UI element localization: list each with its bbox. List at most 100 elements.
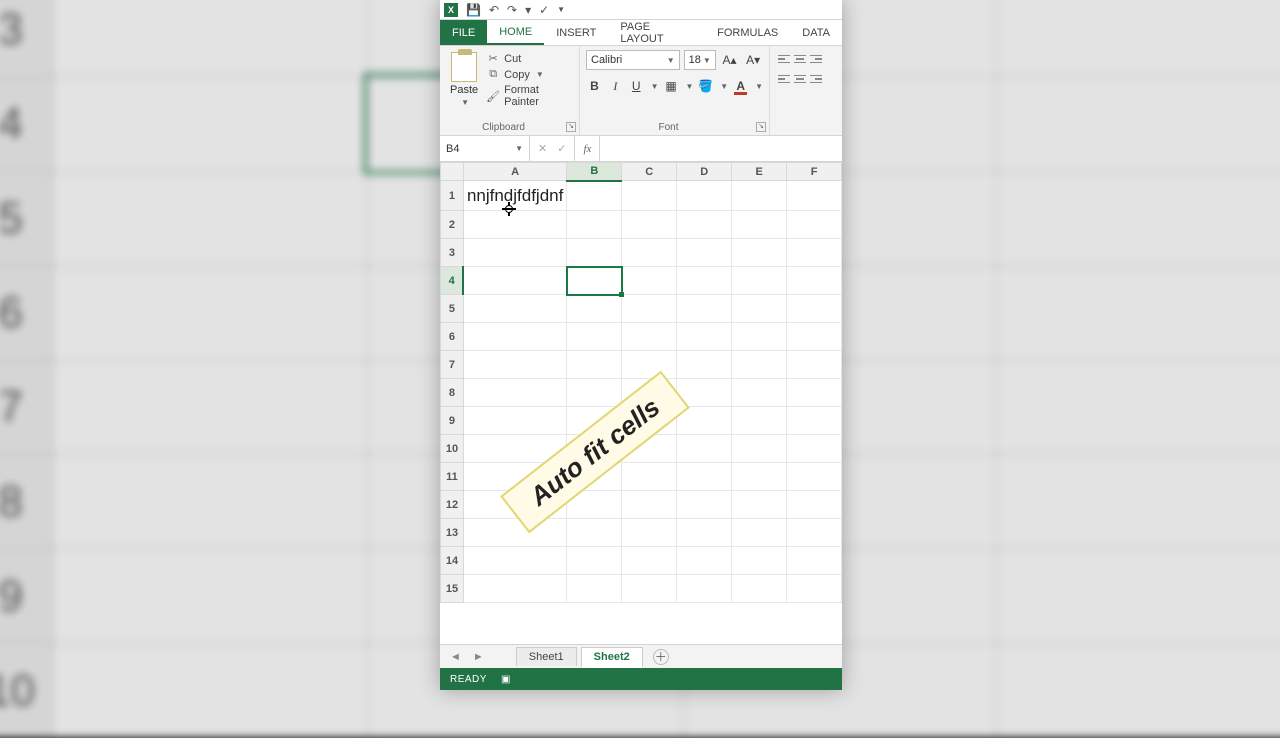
cell[interactable] — [787, 547, 842, 575]
sheet-tab-sheet2[interactable]: Sheet2 — [581, 647, 643, 668]
cell[interactable] — [677, 463, 732, 491]
cell[interactable] — [732, 211, 787, 239]
cell[interactable] — [463, 547, 566, 575]
paste-button[interactable]: Paste ▼ — [446, 50, 482, 109]
cell[interactable] — [677, 379, 732, 407]
cell[interactable] — [622, 491, 677, 519]
dialog-launcher-icon[interactable]: ↘ — [756, 122, 766, 132]
cell[interactable] — [463, 379, 566, 407]
cell[interactable] — [622, 323, 677, 351]
cell[interactable] — [567, 575, 622, 603]
row-header-6[interactable]: 6 — [441, 323, 464, 351]
cell[interactable] — [463, 463, 566, 491]
touch-mode-icon[interactable]: ✓ — [539, 3, 549, 17]
cell[interactable] — [677, 435, 732, 463]
chevron-down-icon[interactable]: ▼ — [461, 98, 469, 107]
cell[interactable] — [567, 239, 622, 267]
chevron-down-icon[interactable]: ▼ — [755, 82, 763, 91]
col-header-c[interactable]: C — [622, 163, 677, 181]
row-header-7[interactable]: 7 — [441, 351, 464, 379]
tab-file[interactable]: FILE — [440, 20, 487, 45]
grow-font-button[interactable]: A▴ — [720, 50, 740, 70]
fx-icon[interactable]: fx — [575, 136, 600, 161]
cell[interactable] — [787, 351, 842, 379]
chevron-down-icon[interactable]: ▼ — [651, 82, 659, 91]
cell[interactable] — [463, 239, 566, 267]
cell[interactable] — [787, 407, 842, 435]
cell[interactable] — [732, 463, 787, 491]
cell[interactable] — [732, 407, 787, 435]
row-header-13[interactable]: 13 — [441, 519, 464, 547]
cell[interactable] — [787, 211, 842, 239]
cell[interactable] — [567, 491, 622, 519]
cut-button[interactable]: ✂ Cut — [486, 52, 573, 65]
cell-a1[interactable]: nnjfndjfdfjdnf — [463, 181, 566, 211]
col-header-b[interactable]: B — [567, 163, 622, 181]
align-middle-button[interactable] — [794, 52, 806, 66]
undo-icon[interactable]: ↶ — [489, 3, 499, 17]
format-painter-button[interactable]: 🖌 Format Painter — [486, 84, 573, 108]
cell[interactable] — [463, 211, 566, 239]
cell[interactable] — [787, 491, 842, 519]
cell[interactable] — [567, 435, 622, 463]
row-header-1[interactable]: 1 — [441, 181, 464, 211]
cell[interactable] — [732, 295, 787, 323]
row-header-10[interactable]: 10 — [441, 435, 464, 463]
cell[interactable] — [463, 491, 566, 519]
cell[interactable] — [787, 575, 842, 603]
dialog-launcher-icon[interactable]: ↘ — [566, 122, 576, 132]
macro-record-icon[interactable]: ▣ — [501, 674, 511, 685]
cell[interactable] — [787, 435, 842, 463]
align-left-button[interactable] — [778, 72, 790, 86]
row-header-14[interactable]: 14 — [441, 547, 464, 575]
save-icon[interactable]: 💾 — [466, 3, 481, 17]
cell[interactable] — [732, 547, 787, 575]
chevron-down-icon[interactable]: ▼ — [685, 82, 693, 91]
cell[interactable] — [677, 575, 732, 603]
cell[interactable] — [787, 519, 842, 547]
add-sheet-button[interactable]: ＋ — [653, 649, 669, 665]
font-color-button[interactable]: A — [732, 76, 749, 96]
cell[interactable] — [622, 379, 677, 407]
row-header-8[interactable]: 8 — [441, 379, 464, 407]
cell[interactable] — [622, 295, 677, 323]
sheet-nav-next[interactable]: ► — [469, 651, 488, 663]
sheet-nav-prev[interactable]: ◄ — [446, 651, 465, 663]
align-top-button[interactable] — [778, 52, 790, 66]
cell[interactable] — [567, 351, 622, 379]
row-header-12[interactable]: 12 — [441, 491, 464, 519]
row-header-3[interactable]: 3 — [441, 239, 464, 267]
tab-home[interactable]: HOME — [487, 20, 544, 45]
chevron-down-icon[interactable]: ▼ — [720, 82, 728, 91]
cell[interactable] — [463, 435, 566, 463]
cell[interactable] — [732, 379, 787, 407]
row-header-2[interactable]: 2 — [441, 211, 464, 239]
cell-b1[interactable] — [567, 181, 622, 211]
cell[interactable] — [787, 379, 842, 407]
borders-button[interactable]: ▦ — [663, 76, 680, 96]
copy-button[interactable]: ⧉ Copy ▼ — [486, 68, 573, 81]
cell[interactable] — [677, 211, 732, 239]
cell[interactable] — [622, 407, 677, 435]
cell[interactable] — [463, 351, 566, 379]
align-bottom-button[interactable] — [810, 52, 822, 66]
cell[interactable] — [567, 211, 622, 239]
row-header-11[interactable]: 11 — [441, 463, 464, 491]
italic-button[interactable]: I — [607, 76, 624, 96]
filter-icon[interactable]: ▾ — [525, 3, 531, 17]
align-right-button[interactable] — [810, 72, 822, 86]
cell[interactable] — [732, 491, 787, 519]
cell[interactable] — [732, 351, 787, 379]
cell[interactable] — [463, 295, 566, 323]
redo-icon[interactable]: ↷ — [507, 3, 517, 17]
cell[interactable] — [677, 267, 732, 295]
cell[interactable] — [622, 267, 677, 295]
cell-f1[interactable] — [787, 181, 842, 211]
cell[interactable] — [463, 267, 566, 295]
cell[interactable] — [677, 239, 732, 267]
cell[interactable] — [622, 463, 677, 491]
cell[interactable] — [677, 491, 732, 519]
tab-insert[interactable]: INSERT — [544, 20, 608, 45]
font-size-combo[interactable]: 18 ▼ — [684, 50, 716, 70]
row-header-9[interactable]: 9 — [441, 407, 464, 435]
